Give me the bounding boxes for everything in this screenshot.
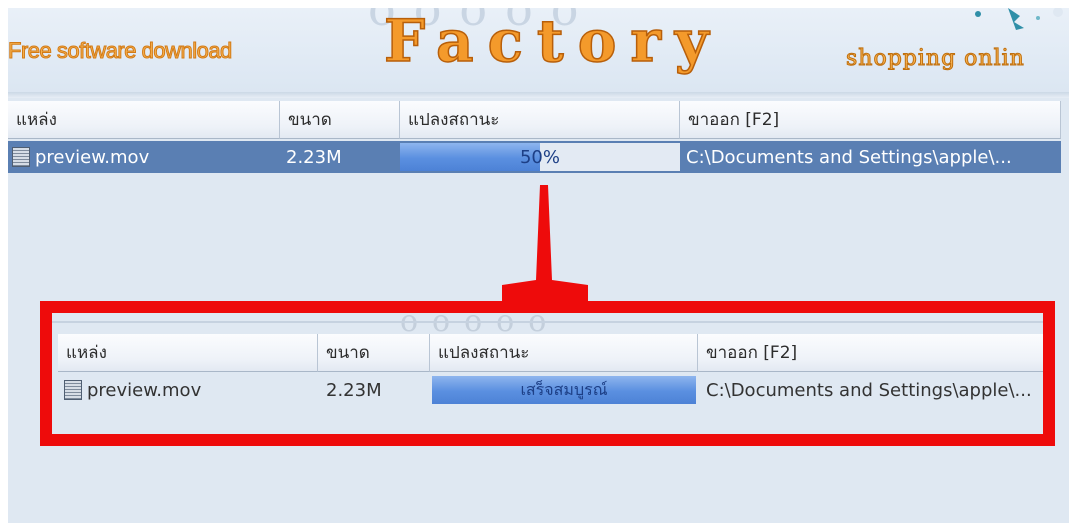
cell-output-path: C:\Documents and Settings\apple\...: [680, 141, 1061, 173]
banner-shopping-text: shopping onlin: [846, 46, 1025, 72]
app-logo: Factory: [383, 8, 723, 75]
cell-size: 2.23M: [280, 141, 400, 173]
header-banner: ooooo Free software download Factory sho…: [8, 8, 1069, 94]
file-icon: [12, 147, 30, 167]
table-row[interactable]: preview.mov 2.23M 50% C:\Documents and S…: [8, 141, 1061, 173]
cell-file-name: preview.mov: [8, 141, 280, 173]
table-header: แหล่ง ขนาด แปลงสถานะ ขาออก [F2]: [8, 101, 1061, 139]
column-header-status[interactable]: แปลงสถานะ: [400, 101, 680, 139]
progress-label: 50%: [519, 146, 560, 168]
file-name-label: preview.mov: [35, 146, 150, 168]
column-header-output[interactable]: ขาออก [F2]: [680, 101, 1061, 139]
banner-decoration-icon: [975, 8, 1063, 30]
progress-bar: 50%: [400, 143, 680, 171]
conversion-list-before: แหล่ง ขนาด แปลงสถานะ ขาออก [F2] preview.…: [8, 101, 1069, 177]
column-header-size[interactable]: ขนาด: [280, 101, 400, 139]
banner-tagline: Free software download: [8, 38, 233, 64]
highlight-box: [40, 301, 1055, 446]
column-header-source[interactable]: แหล่ง: [8, 101, 280, 139]
banner-divider: [8, 92, 1069, 98]
arrow-down-indicator: [502, 185, 588, 310]
cell-status: 50%: [400, 141, 680, 173]
